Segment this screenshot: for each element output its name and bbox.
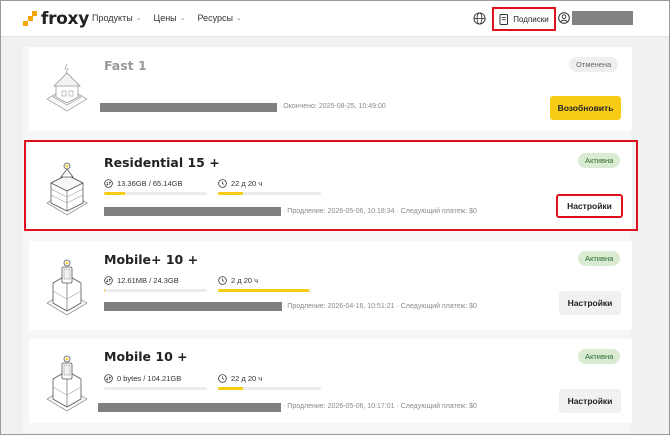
time-progress-fill — [218, 387, 243, 390]
froxy-logo[interactable]: froxy — [23, 9, 89, 29]
logo-mark-icon — [23, 11, 37, 27]
nav-prices-label: Цены — [153, 13, 177, 23]
status-badge: Активна — [578, 349, 621, 364]
subscription-card: Mobile 10 + Активна 0 bytes / 104.21GB 2… — [29, 339, 632, 423]
nav-prices[interactable]: Цены ⌄ — [154, 13, 186, 23]
redacted-user-name — [572, 11, 633, 25]
subscriptions-button[interactable]: Подписки — [492, 7, 556, 31]
time-progress-bar — [218, 387, 321, 390]
house-illustration-icon — [46, 63, 88, 112]
highlight-frame — [24, 140, 638, 231]
logo-text: froxy — [41, 9, 90, 29]
renewal-text: Продление: 2026-04-16, 10:51:21 — [287, 303, 395, 310]
time-progress-bar — [218, 289, 311, 292]
time-stat: 22 д 20 ч — [218, 374, 262, 383]
traffic-icon — [104, 276, 113, 285]
renewal-text: Продление: 2026-05-06, 10:17:01 — [287, 403, 395, 410]
subscription-title: Fast 1 — [104, 58, 147, 73]
clock-icon — [218, 374, 227, 383]
subscription-title: Mobile+ 10 + — [104, 252, 199, 267]
traffic-progress-fill — [104, 289, 106, 292]
redacted-text — [100, 103, 277, 112]
document-icon — [499, 13, 509, 25]
globe-icon[interactable] — [473, 12, 486, 25]
redacted-text — [98, 403, 281, 412]
chevron-down-icon: ⌄ — [135, 15, 142, 22]
clock-icon — [218, 276, 227, 285]
nav-products-label: Продукты — [92, 13, 133, 23]
expiry-text: Окончено: 2025-08-25, 10:49:00 — [283, 103, 386, 110]
traffic-icon — [104, 374, 113, 383]
traffic-progress-bar — [104, 387, 207, 390]
redacted-text — [104, 302, 282, 311]
traffic-value: 12.61MB / 24.3GB — [117, 276, 179, 285]
settings-button[interactable]: Настройки — [559, 291, 621, 315]
settings-button[interactable]: Настройки — [559, 389, 621, 413]
nav-products[interactable]: Продукты ⌄ — [92, 13, 142, 23]
renewal-info: · Продление: 2026-04-16, 10:51:21 · След… — [283, 303, 477, 310]
subscription-card: Fast 1 Отменена · Окончено: 2025-08-25, … — [29, 47, 632, 131]
chevron-down-icon: ⌄ — [179, 15, 186, 22]
main-nav: Продукты ⌄ Цены ⌄ Ресурсы ⌄ — [92, 13, 242, 23]
renewal-info: · Продление: 2026-05-06, 10:17:01 · След… — [283, 403, 477, 410]
time-value: 22 д 20 ч — [231, 374, 263, 383]
nav-resources-label: Ресурсы — [197, 13, 234, 23]
expiry-info: · Окончено: 2025-08-25, 10:49:00 — [279, 103, 386, 110]
nav-resources[interactable]: Ресурсы ⌄ — [198, 13, 242, 23]
next-payment-text: Следующий платеж: $0 — [400, 303, 477, 310]
status-badge: Отменена — [569, 57, 619, 72]
time-value: 2 д 20 ч — [231, 276, 259, 285]
top-bar: froxy Продукты ⌄ Цены ⌄ Ресурсы ⌄ Подпис… — [1, 1, 669, 37]
next-payment-text: Следующий платеж: $0 — [400, 403, 477, 410]
time-stat: 2 д 20 ч — [218, 276, 258, 285]
status-badge: Активна — [578, 251, 621, 266]
mobile-tower-illustration-icon — [46, 355, 88, 412]
chevron-down-icon: ⌄ — [236, 15, 242, 22]
traffic-stat: 0 bytes / 104.21GB — [104, 374, 181, 383]
traffic-value: 0 bytes / 104.21GB — [117, 374, 182, 383]
renew-button[interactable]: Возобновить — [550, 96, 621, 120]
mobile-tower-illustration-icon — [46, 259, 88, 316]
subscription-card: Mobile+ 10 + Активна 12.61MB / 24.3GB 2 … — [29, 241, 632, 330]
subscription-title: Mobile 10 + — [104, 349, 188, 364]
traffic-stat: 12.61MB / 24.3GB — [104, 276, 179, 285]
user-icon[interactable] — [558, 12, 570, 24]
time-progress-fill — [218, 289, 310, 292]
subscriptions-label: Подписки — [513, 14, 549, 24]
traffic-progress-bar — [104, 289, 207, 292]
